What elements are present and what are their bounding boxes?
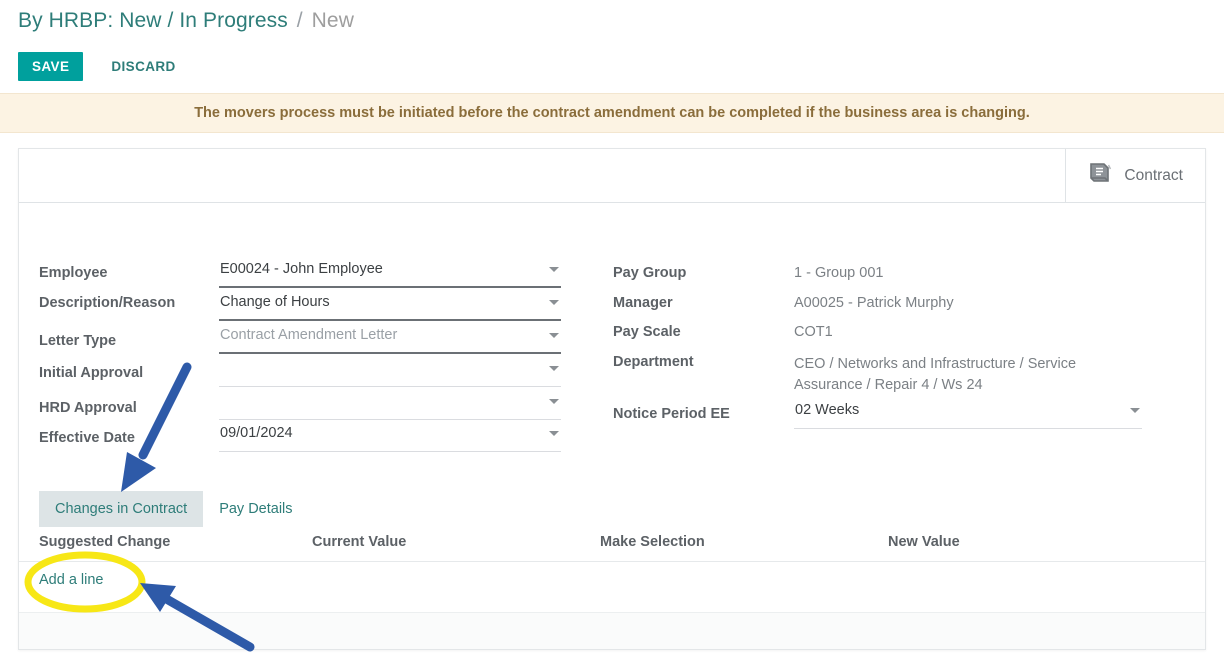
breadcrumb-separator: / [296,9,303,32]
breadcrumb-current: New [311,9,354,32]
field-label-hrd-approval: HRD Approval [39,400,137,416]
field-label-letter-type: Letter Type [39,333,117,349]
column-header-suggested-change: Suggested Change [39,534,171,550]
card-footer [19,612,1205,649]
column-header-make-selection: Make Selection [600,534,705,550]
employee-input[interactable]: E00024 - John Employee [219,261,561,288]
field-label-pay-scale: Pay Scale [613,324,681,340]
field-label-effective-date: Effective Date [39,430,135,446]
chevron-down-icon[interactable] [1130,408,1140,413]
effective-date-input-value: 09/01/2024 [220,425,293,441]
chevron-down-icon[interactable] [549,267,559,272]
chevron-down-icon[interactable] [549,431,559,436]
description-reason-input-underline [219,319,561,321]
changes-table-add-row: Add a line [19,563,1205,601]
tab-pay-details[interactable]: Pay Details [203,491,308,527]
chevron-down-icon[interactable] [549,399,559,404]
letter-type-input[interactable]: Contract Amendment Letter [219,327,561,354]
form-card: Contract Employee Description/Reason Let… [18,148,1206,650]
effective-date-input[interactable]: 09/01/2024 [219,425,561,452]
employee-input-underline [219,286,561,288]
form-body: Employee Description/Reason Letter Type … [19,203,1205,471]
notice-period-ee-input-underline [794,428,1142,429]
notice-period-ee-input-value: 02 Weeks [795,402,860,418]
detail-tab-bar: Changes in Contract Pay Details [39,491,309,527]
record-action-bar: SAVE DISCARD [18,51,180,82]
contract-tab-label: Contract [1124,166,1183,184]
chevron-down-icon[interactable] [549,366,559,371]
field-label-department: Department [613,354,694,370]
letter-type-input-underline [219,352,561,354]
add-a-line-link[interactable]: Add a line [39,572,104,588]
hrd-approval-input[interactable] [219,393,561,420]
employee-input-value: E00024 - John Employee [220,261,383,277]
breadcrumb: By HRBP: New / In Progress / New [18,9,354,33]
field-label-notice-period-ee: Notice Period EE [613,406,730,422]
column-header-new-value: New Value [888,534,960,550]
pay-scale-value: COT1 [794,324,833,340]
chevron-down-icon[interactable] [549,300,559,305]
effective-date-input-underline [219,451,561,452]
field-label-initial-approval: Initial Approval [39,365,144,381]
chevron-down-icon[interactable] [549,333,559,338]
manager-value: A00025 - Patrick Murphy [794,295,954,311]
breadcrumb-parent[interactable]: By HRBP: New / In Progress [18,9,288,32]
initial-approval-input-underline [219,386,561,387]
notice-period-ee-input[interactable]: 02 Weeks [794,402,1142,429]
save-button[interactable]: SAVE [18,51,84,82]
discard-button[interactable]: DISCARD [107,51,179,82]
warning-banner: The movers process must be initiated bef… [0,93,1224,133]
contract-tab[interactable]: Contract [1065,149,1205,202]
hrd-approval-input-underline [219,419,561,420]
initial-approval-input[interactable] [219,360,561,387]
department-value: CEO / Networks and Infrastructure / Serv… [794,356,1077,393]
field-label-manager: Manager [613,295,673,311]
field-label-employee: Employee [39,265,108,281]
book-icon [1088,162,1112,189]
tab-changes-in-contract[interactable]: Changes in Contract [39,491,204,527]
description-reason-input-value: Change of Hours [220,294,330,310]
pay-group-value: 1 - Group 001 [794,265,884,281]
column-header-current-value: Current Value [312,534,407,550]
card-header: Contract [19,149,1205,203]
changes-table-header: Suggested Change Current Value Make Sele… [19,534,1205,562]
warning-banner-text: The movers process must be initiated bef… [194,105,1030,121]
field-label-pay-group: Pay Group [613,265,687,281]
field-label-description-reason: Description/Reason [39,295,176,311]
app-root: By HRBP: New / In Progress / New SAVE DI… [0,0,1224,661]
letter-type-input-value: Contract Amendment Letter [220,327,398,343]
description-reason-input[interactable]: Change of Hours [219,294,561,321]
